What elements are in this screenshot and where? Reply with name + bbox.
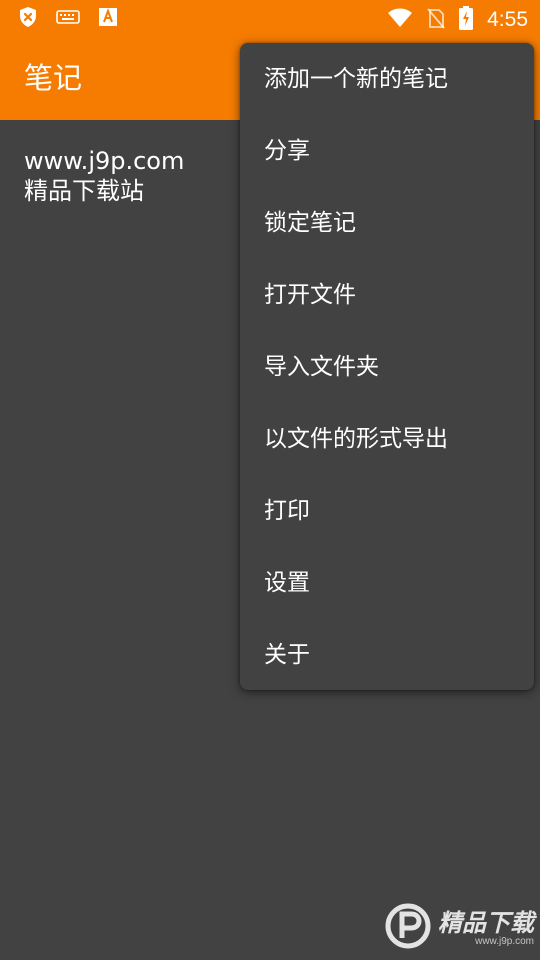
menu-item-lock-note[interactable]: 锁定笔记 <box>240 187 534 259</box>
status-bar: 4:55 <box>0 0 540 36</box>
note-line-2: 精品下载站 <box>24 177 144 205</box>
watermark-title: 精品下载 <box>438 908 534 937</box>
note-content[interactable]: www.j9p.com 精品下载站 <box>24 146 184 206</box>
keyboard-icon <box>56 9 80 29</box>
menu-item-settings[interactable]: 设置 <box>240 547 534 619</box>
watermark-logo-icon <box>384 902 432 954</box>
status-left-icons <box>18 6 118 32</box>
status-right-icons: 4:55 <box>387 6 528 34</box>
menu-item-print[interactable]: 打印 <box>240 475 534 547</box>
menu-item-import-folder[interactable]: 导入文件夹 <box>240 331 534 403</box>
no-sim-icon <box>427 7 445 33</box>
battery-charging-icon <box>459 6 474 34</box>
page-title: 笔记 <box>24 61 83 95</box>
wifi-icon <box>387 8 413 32</box>
watermark-url: www.j9p.com <box>475 935 534 947</box>
overflow-menu: 添加一个新的笔记 分享 锁定笔记 打开文件 导入文件夹 以文件的形式导出 打印 … <box>240 43 534 690</box>
menu-item-open-file[interactable]: 打开文件 <box>240 259 534 331</box>
watermark: 精品下载 www.j9p.com <box>384 902 534 954</box>
shield-x-icon <box>18 6 38 32</box>
menu-item-share[interactable]: 分享 <box>240 115 534 187</box>
menu-item-add-note[interactable]: 添加一个新的笔记 <box>240 43 534 115</box>
menu-item-about[interactable]: 关于 <box>240 619 534 691</box>
menu-item-export-file[interactable]: 以文件的形式导出 <box>240 403 534 475</box>
status-time: 4:55 <box>487 8 528 31</box>
font-a-icon <box>98 7 118 31</box>
note-line-1: www.j9p.com <box>24 147 185 175</box>
